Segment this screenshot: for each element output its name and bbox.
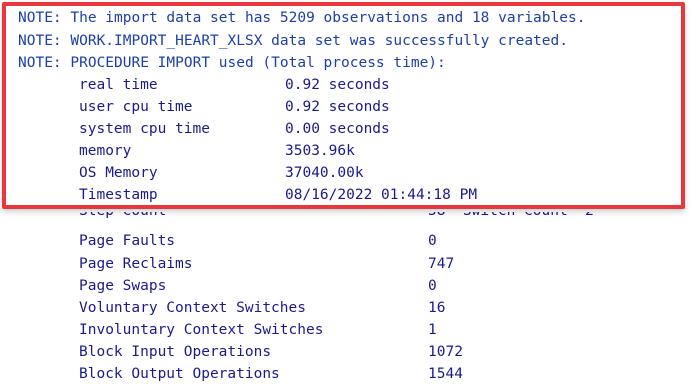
log-label: Voluntary Context Switches [79,300,306,316]
log-label: user cpu time [79,99,193,115]
log-label: OS Memory [79,165,158,181]
log-value: 0.00 seconds [285,121,390,137]
log-label: Involuntary Context Switches [79,322,324,338]
log-label: Page Reclaims [79,256,193,272]
log-value: 747 [428,256,455,272]
log-label: Page Swaps [79,278,167,294]
log-label: memory [79,143,132,159]
log-note: NOTE: The import data set has 5209 obser… [18,10,586,26]
log-value: 0.92 seconds [285,99,390,115]
log-value: 1 [428,322,437,338]
log-value: 0 [428,233,437,249]
log-value: 1544 [428,366,463,382]
log-value: 1072 [428,344,463,360]
log-label: Step Count [79,212,166,222]
log-value: 16 [428,300,446,316]
log-label: system cpu time [79,121,210,137]
log-note: NOTE: PROCEDURE IMPORT used (Total proce… [18,55,446,71]
log-label: Timestamp [79,187,158,203]
log-value: 0 [428,278,437,294]
log-value: 08/16/2022 01:44:18 PM [285,187,478,203]
log-value: 0.92 seconds [285,77,390,93]
log-label: Block Output Operations [79,366,280,382]
log-value: 3503.96k [285,143,355,159]
log-value: 58 Switch Count 2 [428,212,594,222]
log-label: Page Faults [79,233,176,249]
log-value: 37040.00k [285,165,364,181]
log-note: NOTE: WORK.IMPORT_HEART_XLSX data set wa… [18,33,568,49]
log-label: real time [79,77,158,93]
log-label: Block Input Operations [79,344,272,360]
